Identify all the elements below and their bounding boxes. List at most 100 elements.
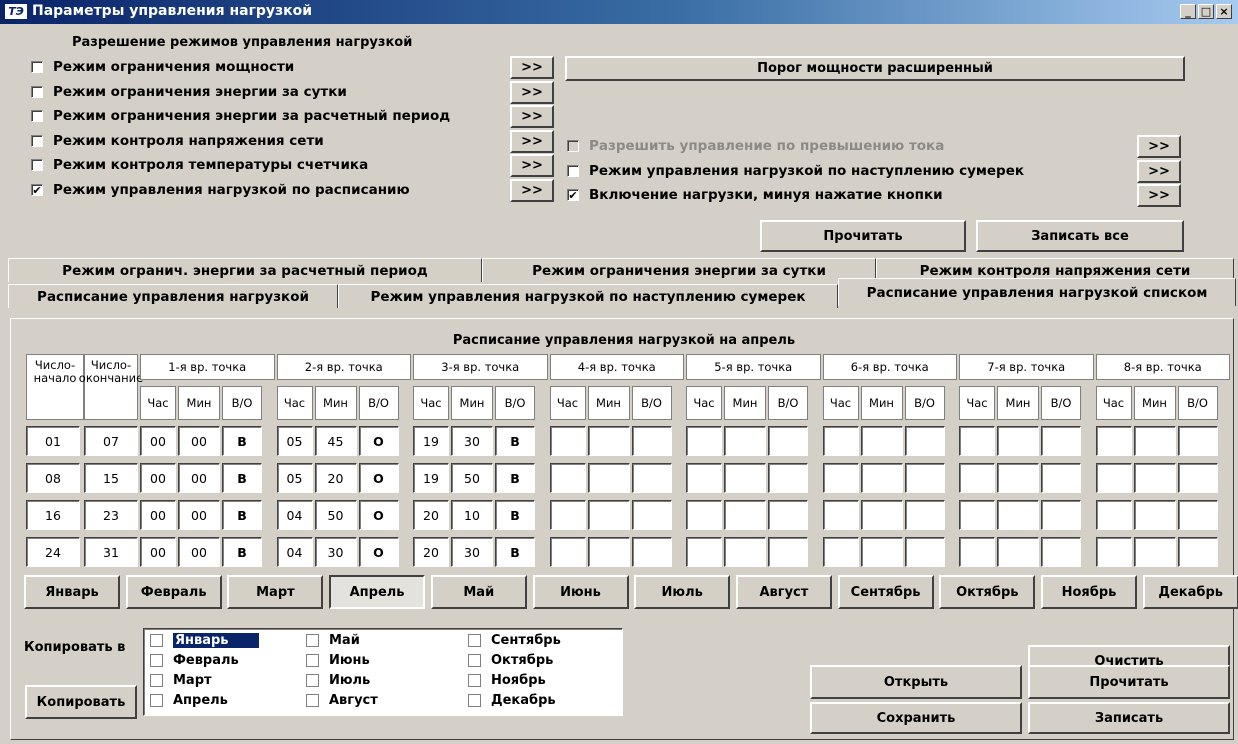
hour-input[interactable] — [822, 463, 859, 493]
copy-month-item[interactable]: Март — [150, 672, 212, 689]
month-button[interactable]: Февраль — [125, 575, 222, 609]
hour-input[interactable] — [686, 463, 722, 493]
on-off-input[interactable]: В — [222, 463, 262, 493]
save-button[interactable]: Сохранить — [810, 702, 1022, 734]
hour-input[interactable] — [1095, 463, 1132, 493]
copy-month-item[interactable]: Сентябрь — [468, 632, 561, 649]
minute-input[interactable] — [724, 537, 766, 567]
checkbox[interactable] — [150, 694, 163, 707]
minute-input[interactable]: 50 — [451, 463, 493, 493]
close-button[interactable]: × — [1216, 4, 1232, 19]
on-off-input[interactable]: О — [358, 426, 399, 456]
on-off-input[interactable] — [904, 537, 945, 567]
minute-input[interactable] — [997, 463, 1039, 493]
day-end-input[interactable]: 23 — [84, 500, 138, 530]
mode-checkbox-row[interactable]: Режим контроля напряжения сети — [31, 133, 324, 149]
month-button[interactable]: Ноябрь — [1041, 575, 1137, 609]
minimize-button[interactable]: _ — [1180, 4, 1196, 19]
mode-checkbox-row[interactable]: ✔ Режим управления нагрузкой по расписани… — [31, 182, 410, 198]
copy-month-item[interactable]: Август — [306, 692, 378, 709]
on-off-input[interactable]: В — [495, 537, 535, 567]
hour-input[interactable] — [959, 463, 995, 493]
hour-input[interactable]: 00 — [140, 537, 176, 567]
minute-input[interactable]: 50 — [314, 500, 357, 530]
option-more-button[interactable]: >> — [1137, 159, 1181, 183]
on-off-input[interactable] — [1177, 463, 1218, 493]
checkbox[interactable] — [567, 164, 579, 177]
hour-input[interactable] — [822, 537, 859, 567]
day-start-input[interactable]: 08 — [26, 463, 80, 493]
hour-input[interactable] — [549, 537, 586, 567]
tab-twilight[interactable]: Режим управления нагрузкой по наступлени… — [338, 284, 838, 308]
checkbox[interactable] — [567, 140, 579, 152]
day-end-input[interactable]: 15 — [84, 463, 138, 493]
checkbox[interactable] — [468, 674, 481, 687]
hour-input[interactable]: 00 — [140, 500, 176, 530]
minute-input[interactable]: 45 — [314, 426, 357, 456]
minute-input[interactable]: 00 — [178, 537, 220, 567]
minute-input[interactable] — [860, 426, 903, 456]
option-checkbox-row[interactable]: Разрешить управление по превышению тока — [567, 138, 944, 154]
checkbox[interactable] — [31, 61, 43, 73]
minute-input[interactable] — [587, 426, 630, 456]
maximize-button[interactable]: □ — [1198, 4, 1214, 19]
power-threshold-extended-button[interactable]: Порог мощности расширенный — [565, 56, 1185, 81]
hour-input[interactable] — [1095, 537, 1132, 567]
on-off-input[interactable] — [1177, 537, 1218, 567]
hour-input[interactable] — [549, 463, 586, 493]
hour-input[interactable]: 05 — [276, 463, 313, 493]
hour-input[interactable]: 00 — [140, 426, 176, 456]
day-end-input[interactable]: 07 — [84, 426, 138, 456]
option-checkbox-row[interactable]: ✔ Включение нагрузки, минуя нажатие кнопк… — [567, 187, 943, 203]
minute-input[interactable] — [724, 500, 766, 530]
minute-input[interactable] — [997, 537, 1039, 567]
read-all-button[interactable]: Прочитать — [760, 220, 966, 252]
day-start-input[interactable]: 16 — [26, 500, 80, 530]
minute-input[interactable]: 00 — [178, 500, 220, 530]
checkbox[interactable] — [31, 159, 43, 171]
on-off-input[interactable] — [1177, 426, 1218, 456]
checkbox[interactable]: ✔ — [567, 189, 579, 202]
copy-month-item[interactable]: Апрель — [150, 692, 228, 709]
hour-input[interactable] — [822, 500, 859, 530]
minute-input[interactable] — [1133, 463, 1176, 493]
copy-button[interactable]: Копировать — [25, 685, 137, 719]
hour-input[interactable] — [959, 537, 995, 567]
on-off-input[interactable] — [768, 463, 808, 493]
checkbox[interactable] — [306, 654, 319, 667]
mode-more-button[interactable]: >> — [510, 129, 554, 153]
on-off-input[interactable]: В — [495, 426, 535, 456]
minute-input[interactable] — [724, 426, 766, 456]
hour-input[interactable] — [959, 426, 995, 456]
minute-input[interactable] — [587, 463, 630, 493]
on-off-input[interactable]: В — [222, 426, 262, 456]
month-button[interactable]: Март — [227, 575, 324, 609]
on-off-input[interactable]: В — [222, 500, 262, 530]
checkbox[interactable]: ✔ — [31, 183, 43, 196]
copy-month-item[interactable]: Декабрь — [468, 692, 556, 709]
minute-input[interactable]: 00 — [178, 463, 220, 493]
on-off-input[interactable]: О — [358, 463, 399, 493]
on-off-input[interactable]: В — [222, 537, 262, 567]
checkbox[interactable] — [306, 674, 319, 687]
on-off-input[interactable] — [904, 463, 945, 493]
copy-month-item[interactable]: Февраль — [150, 652, 239, 669]
checkbox[interactable] — [31, 134, 43, 147]
minute-input[interactable] — [860, 463, 903, 493]
mode-more-button[interactable]: >> — [510, 56, 554, 79]
checkbox[interactable] — [150, 654, 163, 667]
minute-input[interactable] — [997, 500, 1039, 530]
hour-input[interactable] — [549, 426, 586, 456]
month-button[interactable]: Сентябрь — [837, 575, 934, 609]
month-button[interactable]: Август — [735, 575, 832, 609]
checkbox[interactable] — [468, 654, 481, 667]
option-checkbox-row[interactable]: Режим управления нагрузкой по наступлени… — [567, 163, 1024, 179]
write-all-button[interactable]: Записать все — [976, 220, 1184, 252]
checkbox[interactable] — [306, 694, 319, 707]
minute-input[interactable] — [724, 463, 766, 493]
write-button[interactable]: Записать — [1028, 702, 1230, 734]
minute-input[interactable]: 30 — [451, 537, 493, 567]
hour-input[interactable] — [1095, 500, 1132, 530]
on-off-input[interactable] — [904, 500, 945, 530]
tab-schedule-list[interactable]: Расписание управления нагрузкой списком — [838, 278, 1236, 306]
